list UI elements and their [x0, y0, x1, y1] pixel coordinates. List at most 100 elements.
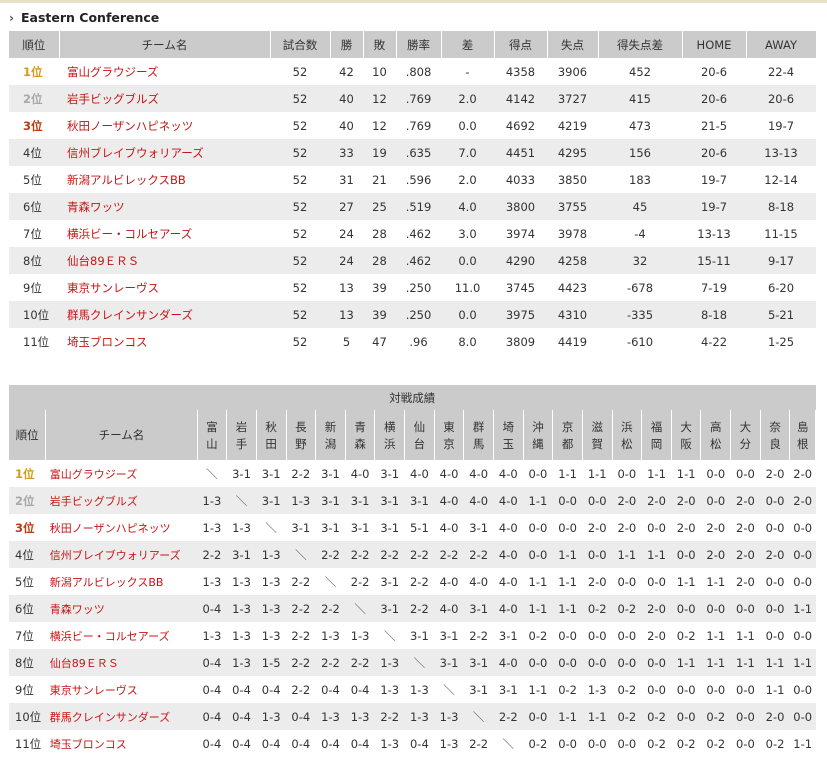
- standings-row: 6位 青森ワッツ 52 27 25.519 4.0 3800 3755 45 19-7 8-18: [9, 193, 816, 220]
- team-link[interactable]: 埼玉ブロンコス: [59, 328, 270, 355]
- team-link[interactable]: 信州ブレイブウォリアーズ: [59, 139, 270, 166]
- stat-cell-home: 15-11: [682, 247, 746, 274]
- team-link[interactable]: 仙台89ＥＲＳ: [45, 649, 198, 676]
- opponent-char: 松: [621, 437, 633, 451]
- head-to-head-row: 9位 東京サンレーヴス 0-4 0-4 0-4 2-2 0-4 0-4 1-3 1-3 ＼ 3-1 3-…: [9, 676, 816, 703]
- head-to-head-row: 11位 埼玉ブロンコス 0-4 0-4 0-4 0-4 0-4 0-4 1-3 0-4 1-3 2-2…: [9, 730, 816, 757]
- result-cell: 0-0: [587, 736, 607, 751]
- team-link[interactable]: 岩手ビッグブルズ: [45, 487, 198, 514]
- opponent-col-header: 新潟: [315, 410, 346, 460]
- team-link[interactable]: 富山グラウジーズ: [46, 460, 197, 487]
- result-cell: 3-1: [463, 649, 494, 676]
- stat-cell-pa: 4219: [557, 118, 588, 133]
- result-cell: 2-2: [291, 682, 311, 697]
- opponent-col-header: 青森: [345, 410, 376, 460]
- result-cell: 0-0: [765, 628, 785, 643]
- opponent-col-header: 群馬: [463, 410, 494, 460]
- opponent-char: 根: [796, 437, 809, 451]
- result-cell: 3-1: [404, 487, 435, 514]
- result-cell: 2-2: [345, 541, 375, 568]
- result-cell: 1-1: [523, 595, 553, 622]
- team-col-header: チーム名: [45, 410, 198, 460]
- opponent-char: 東: [443, 420, 455, 434]
- result-cell: 2-0: [760, 703, 790, 730]
- result-cell: 3-1: [469, 682, 489, 697]
- standings-row: 9位 東京サンレーヴス 52 13 39 .250 11.0 3745 4423 -678 7-19…: [9, 274, 816, 301]
- result-cell: 0-4: [232, 736, 251, 751]
- team-link[interactable]: 新潟アルビレックスBB: [46, 568, 197, 595]
- result-cell: 2-0: [730, 541, 761, 568]
- stat-cell-pa: 3906: [557, 64, 588, 79]
- result-cell: 3-1: [498, 682, 518, 697]
- rank-cell: 3位: [23, 118, 43, 133]
- result-cell: 0-0: [523, 541, 553, 568]
- team-link[interactable]: 岩手ビッグブルズ: [59, 85, 270, 112]
- standings-col-header: 敗: [363, 31, 397, 58]
- opponent-col-header: 奈良: [760, 410, 791, 460]
- result-cell: 3-1: [434, 649, 464, 676]
- result-cell: 0-0: [706, 682, 726, 697]
- standings-col-header: AWAY: [746, 31, 817, 58]
- stat-cell-home: 7-19: [700, 280, 728, 295]
- team-link[interactable]: 秋田ノーザンハピネッツ: [46, 514, 197, 541]
- standings-col-header: 差: [441, 31, 495, 58]
- result-cell: 0-2: [558, 682, 577, 697]
- result-cell: 1-1: [760, 649, 790, 676]
- standings-col-header: チーム名: [59, 31, 271, 58]
- team-link[interactable]: 信州ブレイブウォリアーズ: [45, 541, 198, 568]
- team-link[interactable]: 青森ワッツ: [45, 595, 198, 622]
- stat-cell-w: 27: [330, 193, 363, 220]
- result-cell: 2-0: [587, 520, 607, 535]
- result-cell: 2-2: [291, 628, 311, 643]
- result-cell: 2-0: [587, 574, 607, 589]
- opponent-char: 手: [235, 437, 248, 451]
- result-cell: 1-3: [434, 703, 464, 730]
- result-cell: 0-0: [552, 649, 583, 676]
- result-cell: 0-2: [528, 628, 548, 643]
- team-link[interactable]: 群馬クレインサンダーズ: [45, 703, 198, 730]
- result-cell: 0-2: [700, 703, 731, 730]
- result-cell: 1-3: [374, 649, 405, 676]
- opponent-char: 玉: [502, 437, 515, 451]
- result-cell: 0-0: [528, 520, 548, 535]
- rank-cell: 2位: [9, 85, 59, 112]
- head-to-head-caption: 対戦成績: [9, 385, 816, 410]
- head-to-head-row: 3位 秋田ノーザンハピネッツ 1-3 1-3 ＼ 3-1 3-1 3-1 3-1 5-1 4-0 3-…: [9, 514, 816, 541]
- head-to-head-row: 10位 群馬クレインサンダーズ 0-4 0-4 1-3 0-4 1-3 1-3 2-2 1-3 1-…: [9, 703, 816, 730]
- standings-row: 1位 富山グラウジーズ 52 42 10 .808 - 4358 3906 452 20-6 22-4: [9, 58, 816, 85]
- team-link[interactable]: 横浜ビー・コルセアーズ: [46, 622, 197, 649]
- team-link[interactable]: 東京サンレーヴス: [46, 676, 197, 703]
- stat-cell-diff: -4: [634, 226, 646, 241]
- result-cell: 0-0: [528, 466, 548, 481]
- head-to-head-row: 7位 横浜ビー・コルセアーズ 1-3 1-3 1-3 2-2 1-3 1-3 ＼ 3-1 3-1 2-…: [9, 622, 816, 649]
- team-link[interactable]: 群馬クレインサンダーズ: [59, 301, 270, 328]
- team-link[interactable]: 横浜ビー・コルセアーズ: [59, 220, 270, 247]
- result-cell: 0-0: [676, 682, 696, 697]
- result-cell: 4-0: [493, 487, 524, 514]
- result-cell: 0-0: [523, 703, 553, 730]
- result-cell: 0-0: [706, 466, 726, 481]
- opponent-char: 福: [650, 420, 663, 434]
- team-link[interactable]: 仙台89ＥＲＳ: [59, 247, 270, 274]
- result-cell: 1-3: [350, 628, 370, 643]
- team-link[interactable]: 東京サンレーヴス: [59, 274, 270, 301]
- team-link[interactable]: 新潟アルビレックスBB: [59, 166, 270, 193]
- result-cell: 0-0: [558, 736, 577, 751]
- stat-cell-gb: 2.0: [458, 172, 477, 187]
- conference-heading[interactable]: › Eastern Conference: [9, 9, 159, 27]
- result-cell: 3-1: [380, 520, 400, 535]
- result-cell: 3-1: [409, 628, 429, 643]
- team-link[interactable]: 秋田ノーザンハピネッツ: [59, 112, 270, 139]
- rank-cell: 2位: [9, 487, 46, 514]
- result-cell: 4-0: [350, 466, 370, 481]
- result-cell: 2-0: [706, 520, 726, 535]
- standings-col-header: 勝率: [396, 31, 442, 58]
- team-link[interactable]: 富山グラウジーズ: [59, 58, 270, 85]
- team-link[interactable]: 青森ワッツ: [59, 193, 270, 220]
- stat-cell-diff: 32: [598, 247, 682, 274]
- rank-cell: 1位: [15, 466, 35, 481]
- result-cell: 1-5: [256, 649, 286, 676]
- team-link[interactable]: 埼玉ブロンコス: [46, 730, 197, 757]
- stat-cell-pa: 3727: [547, 85, 598, 112]
- result-cell: 2-2: [434, 541, 464, 568]
